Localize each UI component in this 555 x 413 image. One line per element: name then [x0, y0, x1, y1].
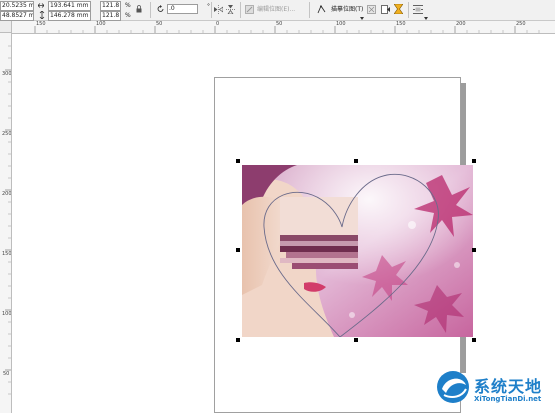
selection-handle-bottom[interactable]	[354, 338, 358, 342]
mirror-horizontal-icon[interactable]	[214, 5, 224, 16]
watermark-url: XiTongTianDi.net	[474, 395, 542, 403]
rotation-field[interactable]: .0	[167, 4, 198, 14]
h-ruler-label: 0	[216, 21, 220, 27]
trace-bitmap-icon	[317, 5, 326, 16]
horizontal-ruler-ticks	[34, 26, 540, 33]
scale-x-field[interactable]: 121.8	[100, 1, 121, 11]
h-ruler-label: 200	[456, 21, 466, 27]
h-ruler-label: 100	[96, 21, 106, 27]
width-arrow-icon	[37, 2, 45, 11]
ruler-corner[interactable]	[0, 21, 12, 33]
property-bar: 20.5235 mm 48.8527 mm 193.641 mm 146.278…	[0, 0, 555, 21]
horizontal-ruler[interactable]: 150 100 50 0 50 100 150 200 250	[12, 21, 555, 34]
percent-x-label: %	[125, 2, 131, 9]
scale-y-field[interactable]: 121.8	[100, 11, 121, 21]
x-position-field[interactable]: 20.5235 mm	[0, 1, 34, 11]
rotate-icon	[157, 5, 165, 15]
watermark-brand: 系统天地	[474, 377, 543, 396]
wrap-text-icon[interactable]	[413, 5, 423, 16]
selection-handle-top-right[interactable]	[472, 159, 476, 163]
v-ruler-label: 300	[2, 71, 12, 77]
percent-y-label: %	[125, 12, 131, 19]
mirror-vertical-icon[interactable]	[226, 5, 235, 16]
selection-handle-top[interactable]	[354, 159, 358, 163]
width-field[interactable]: 193.641 mm	[48, 1, 91, 11]
selection-handle-right[interactable]	[472, 248, 476, 252]
lock-ratio-icon[interactable]	[136, 5, 142, 15]
edit-bitmap-icon	[245, 5, 254, 16]
v-ruler-label: 100	[2, 311, 12, 317]
vertical-ruler[interactable]: 300 250 200 150 100 50	[0, 33, 12, 413]
bitmap-image[interactable]	[242, 165, 473, 337]
selection-handle-left[interactable]	[236, 248, 240, 252]
h-ruler-label: 100	[336, 21, 346, 27]
degree-label: °	[207, 3, 210, 10]
h-ruler-label: 150	[396, 21, 406, 27]
crop-bitmap-icon[interactable]	[367, 5, 376, 16]
h-ruler-label: 50	[276, 21, 283, 27]
v-ruler-label: 150	[2, 251, 12, 257]
selection-handle-bottom-left[interactable]	[236, 338, 240, 342]
height-arrow-icon	[39, 10, 45, 21]
portrait-artwork	[242, 165, 473, 337]
selection-handle-bottom-right[interactable]	[472, 338, 476, 342]
trace-bitmap-button[interactable]: 描摹位图(T)	[331, 6, 363, 14]
selection-handle-top-left[interactable]	[236, 159, 240, 163]
height-field[interactable]: 146.278 mm	[48, 11, 91, 21]
vertical-ruler-ticks	[5, 45, 11, 395]
h-ruler-label: 150	[36, 21, 46, 27]
v-ruler-label: 200	[2, 191, 12, 197]
v-ruler-label: 250	[2, 131, 12, 137]
y-position-field[interactable]: 48.8527 mm	[0, 11, 34, 21]
bitmap-color-mask-icon[interactable]	[393, 3, 404, 16]
resample-icon[interactable]	[381, 5, 390, 16]
edit-bitmap-button[interactable]: 编辑位图(E)...	[257, 6, 295, 14]
h-ruler-label: 250	[516, 21, 526, 27]
watermark-logo-icon	[436, 369, 470, 407]
v-ruler-label: 50	[3, 371, 10, 377]
h-ruler-label: 50	[156, 21, 163, 27]
